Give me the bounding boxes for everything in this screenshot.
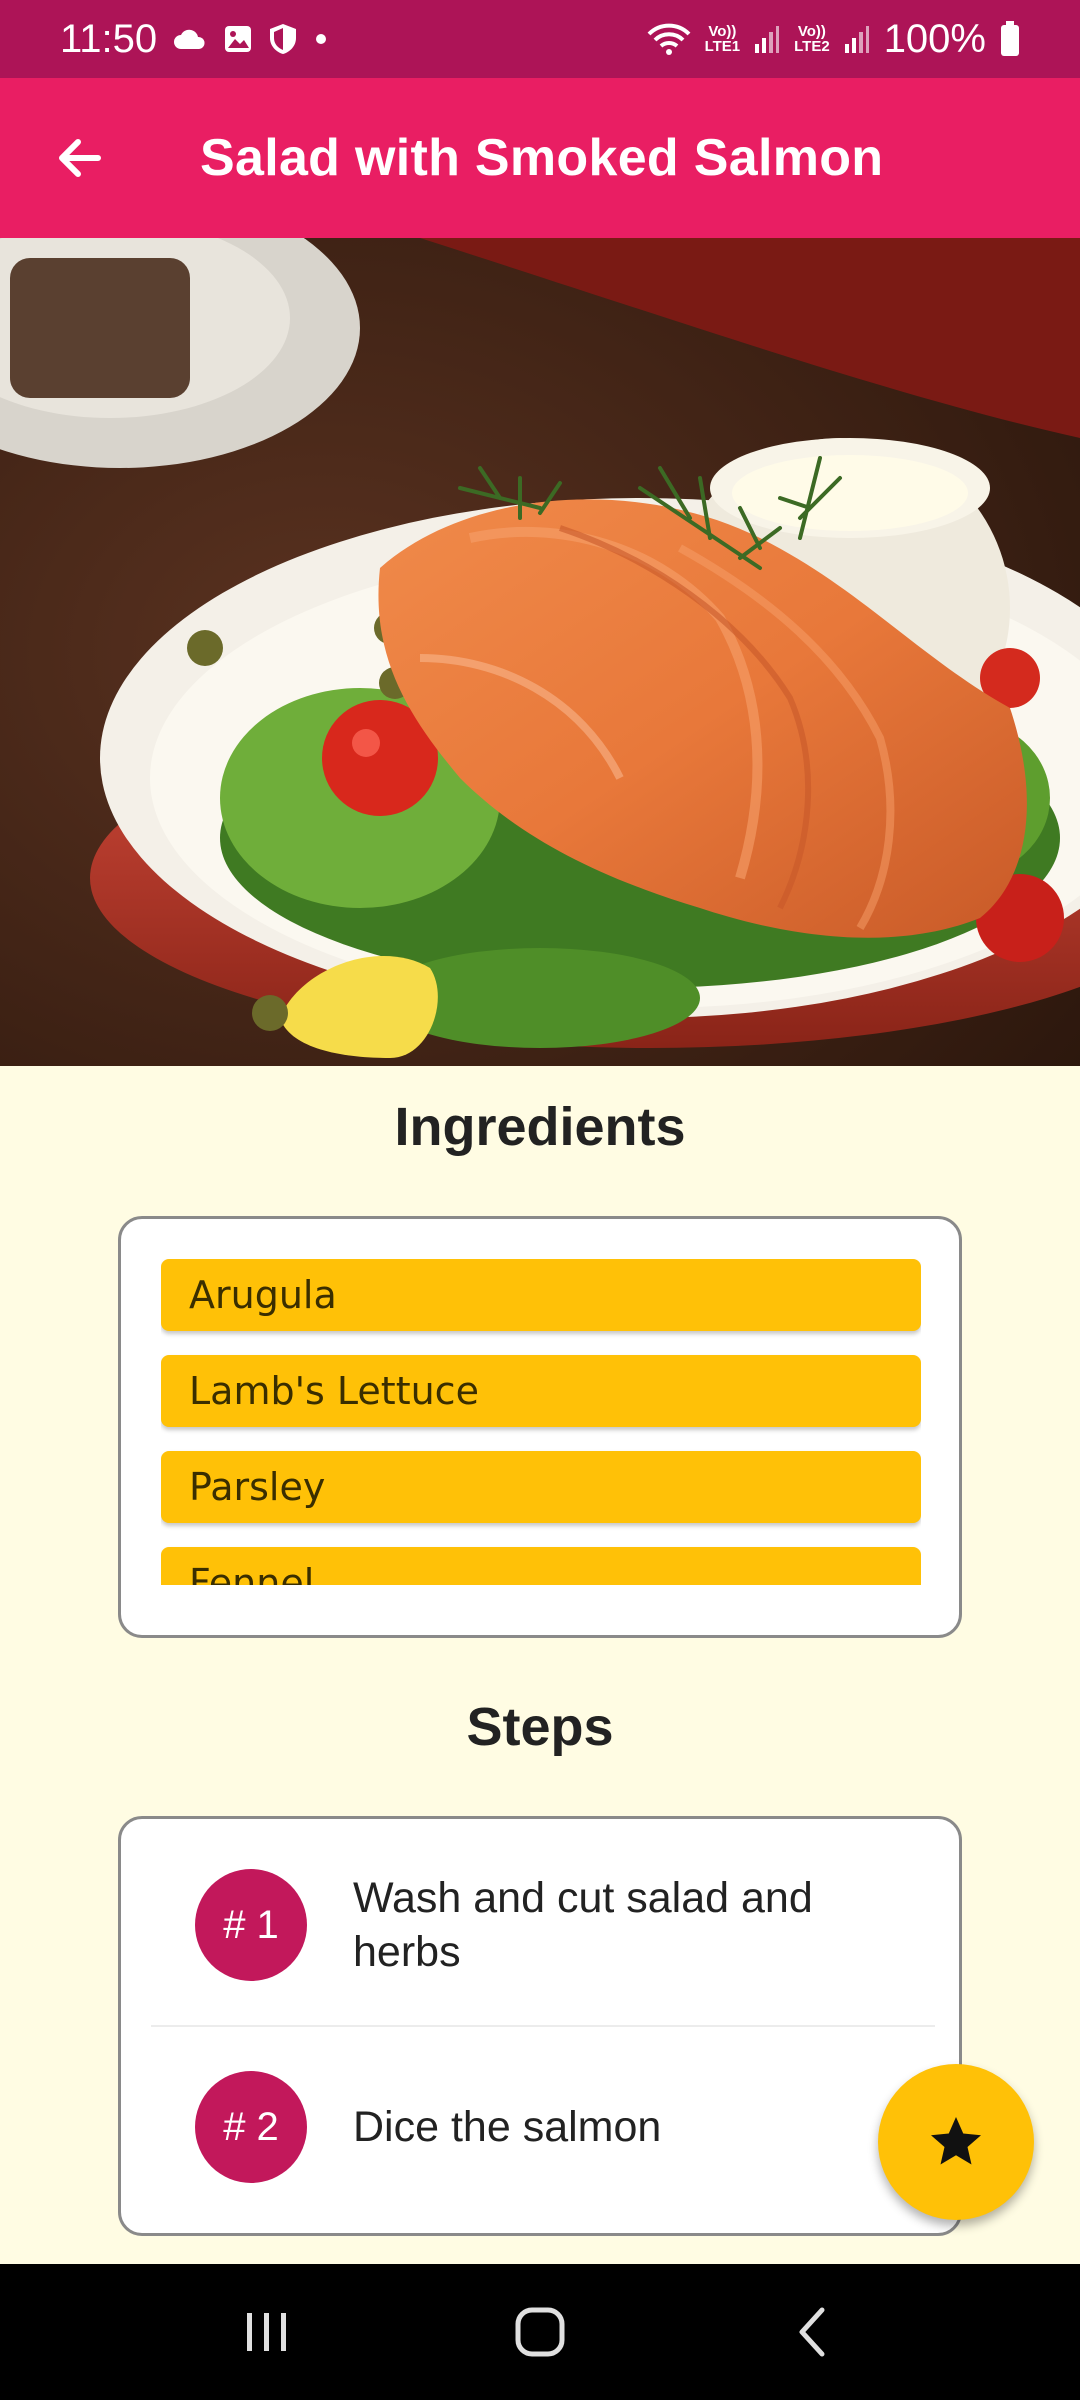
- steps-title: Steps: [466, 1697, 614, 1757]
- wifi-icon: [647, 22, 691, 56]
- shield-icon: [269, 23, 297, 55]
- status-bar: 11:50 Vo)) LTE1 Vo)) LTE2 100%: [0, 0, 1080, 78]
- favorite-fab[interactable]: [878, 2064, 1034, 2220]
- system-nav-bar: [0, 2264, 1080, 2400]
- ingredient-chip[interactable]: Parsley: [161, 1451, 921, 1523]
- ingredients-title: Ingredients: [394, 1097, 686, 1157]
- recent-apps-button[interactable]: [222, 2287, 312, 2377]
- step-number-badge: # 1: [195, 1869, 307, 1981]
- step-divider: [151, 2025, 935, 2027]
- app-bar: Salad with Smoked Salmon: [0, 78, 1080, 238]
- steps-card: # 1 Wash and cut salad and herbs # 2 Dic…: [118, 1816, 962, 2236]
- battery-percent: 100%: [883, 16, 986, 61]
- ingredients-list[interactable]: Arugula Lamb's Lettuce Parsley Fennel: [161, 1259, 921, 1585]
- ingredients-card: Arugula Lamb's Lettuce Parsley Fennel: [118, 1216, 962, 1638]
- image-icon: [223, 24, 253, 54]
- dot-icon: [313, 31, 329, 47]
- volte2-indicator: Vo)) LTE2: [794, 23, 830, 55]
- ingredient-chip[interactable]: Fennel: [161, 1547, 921, 1585]
- home-button[interactable]: [495, 2287, 585, 2377]
- page-title: Salad with Smoked Salmon: [200, 129, 884, 187]
- volte1-indicator: Vo)) LTE1: [704, 23, 741, 55]
- step-text: Wash and cut salad and herbs: [353, 1874, 813, 1976]
- step-number-badge: # 2: [195, 2071, 307, 2183]
- recent-apps-icon: [246, 2313, 286, 2351]
- step-row-2[interactable]: # 2 Dice the salmon: [121, 2071, 959, 2183]
- step-row-1[interactable]: # 1 Wash and cut salad and herbs: [121, 1869, 959, 1981]
- star-icon: [931, 2117, 981, 2165]
- cloud-icon: [173, 27, 207, 51]
- ingredient-chip[interactable]: Arugula: [161, 1259, 921, 1331]
- nav-back-button[interactable]: [768, 2287, 858, 2377]
- home-icon: [515, 2307, 565, 2357]
- signal-icon: [754, 24, 780, 54]
- recipe-image: [0, 238, 1080, 1066]
- back-button[interactable]: [38, 118, 118, 198]
- step-text: Dice the salmon: [353, 2103, 662, 2151]
- battery-icon: [1000, 21, 1020, 57]
- back-icon: [799, 2307, 825, 2357]
- signal-icon: [844, 24, 870, 54]
- arrow-back-icon: [59, 139, 101, 177]
- status-time: 11:50: [60, 16, 158, 61]
- ingredient-chip[interactable]: Lamb's Lettuce: [161, 1355, 921, 1427]
